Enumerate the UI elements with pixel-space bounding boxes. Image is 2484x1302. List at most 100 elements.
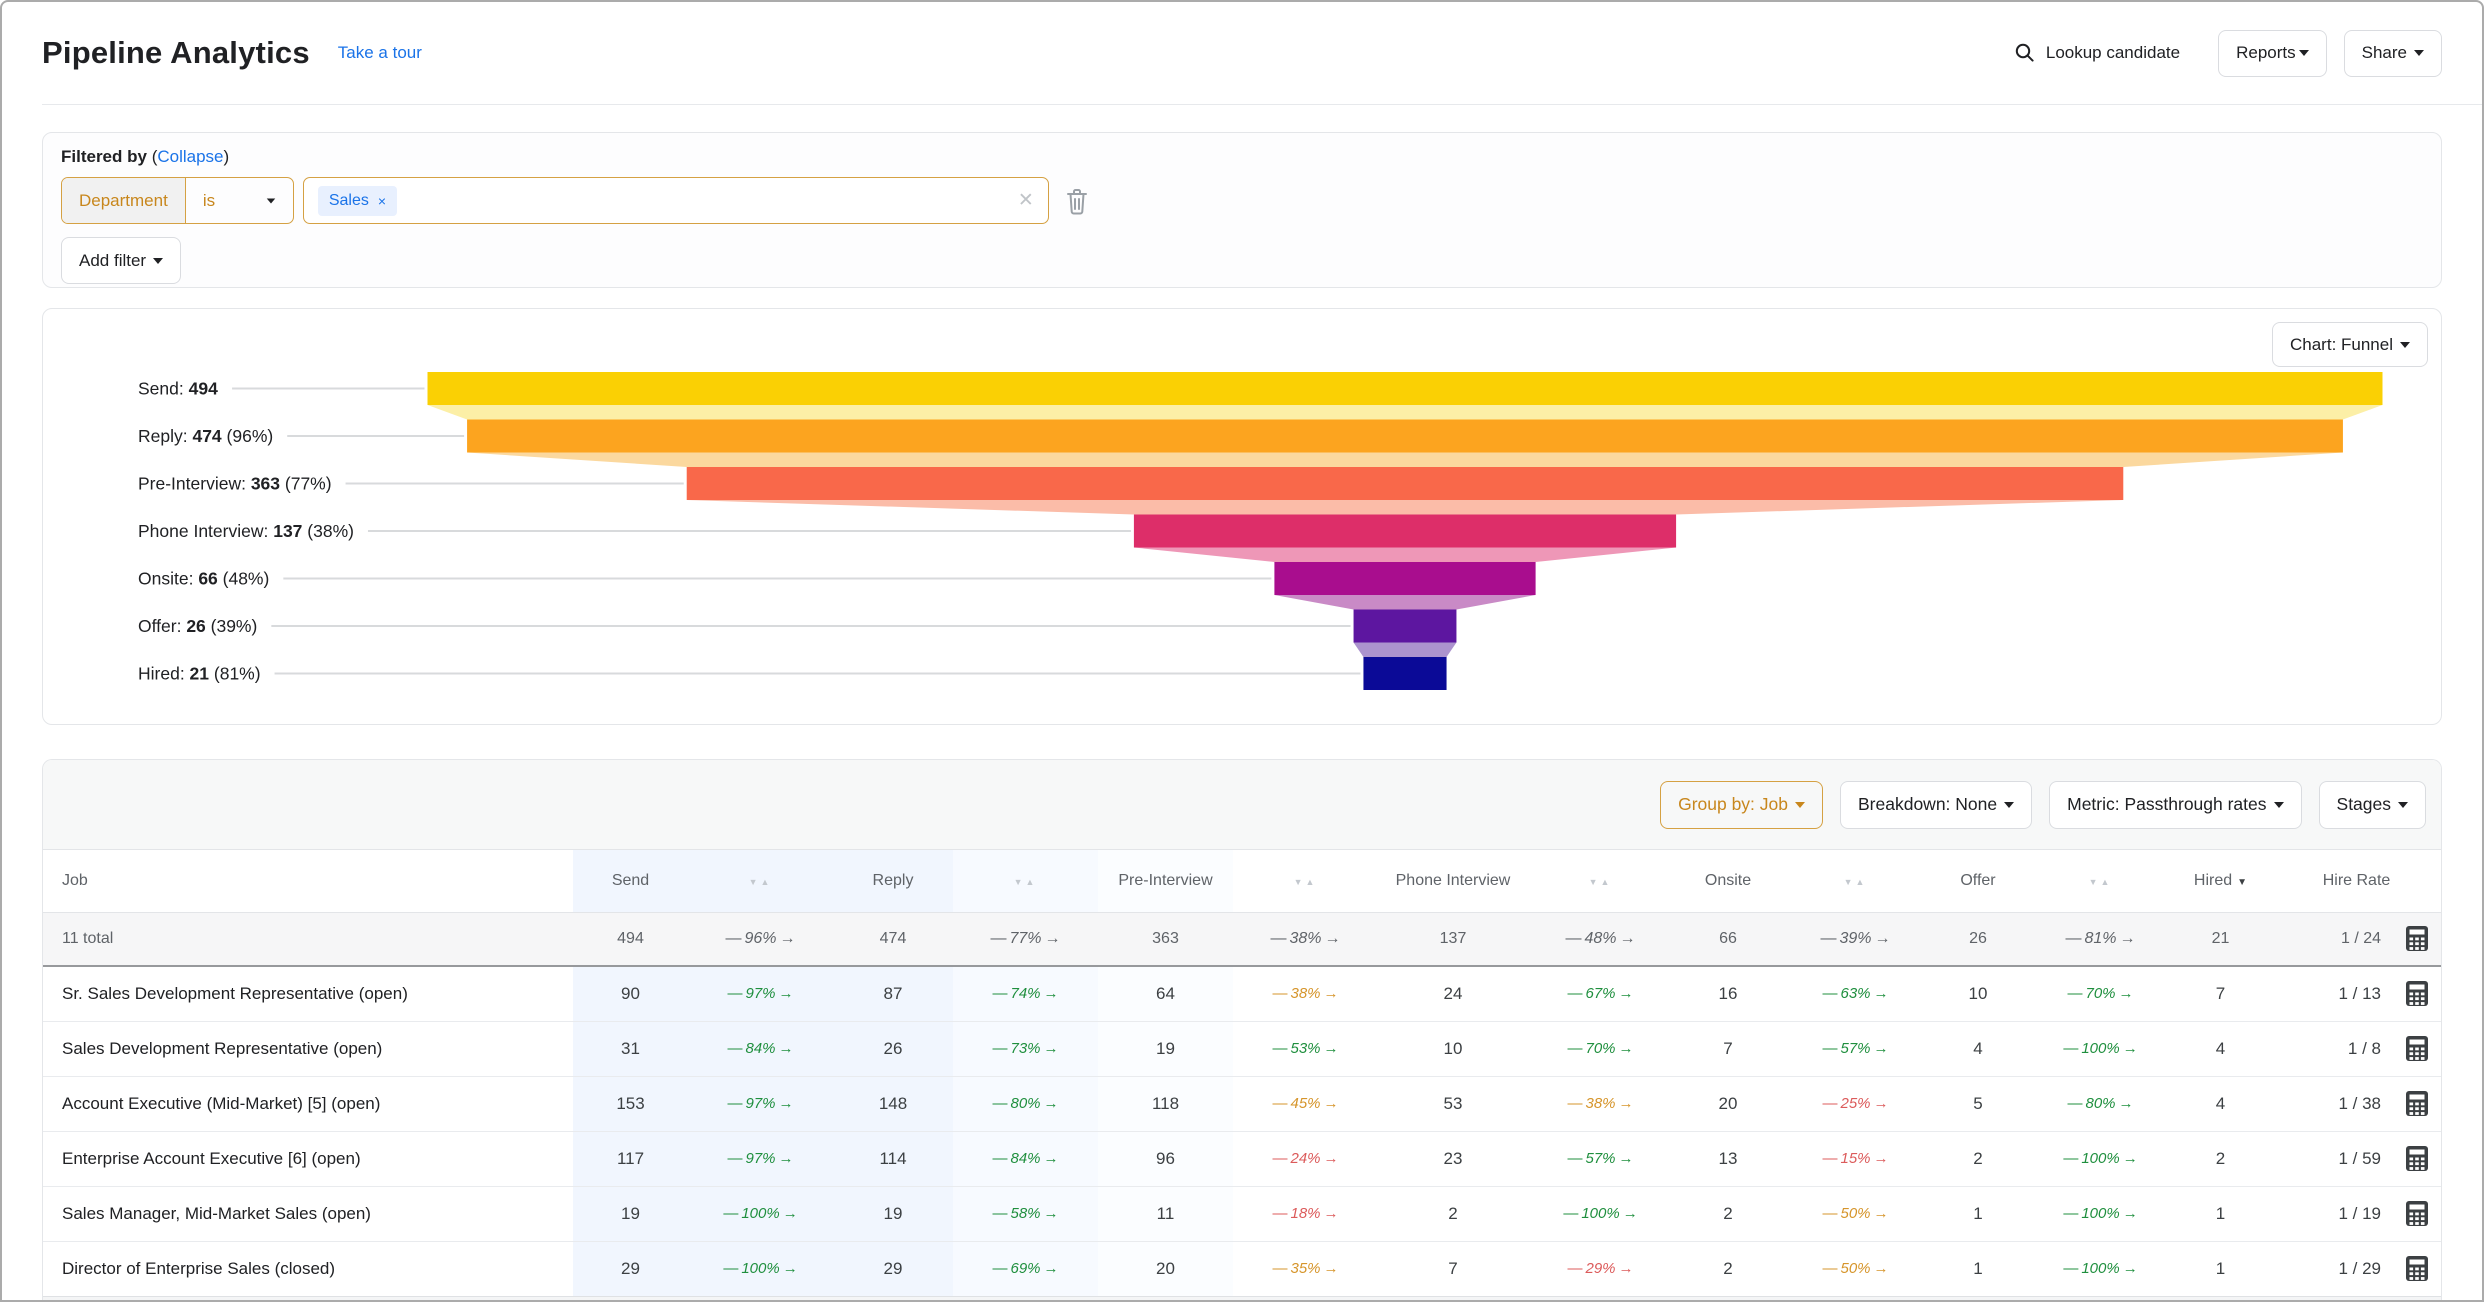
stage-count: 87 bbox=[833, 966, 953, 1021]
breakdown-none-dropdown[interactable]: Breakdown: None bbox=[1840, 781, 2032, 829]
sort-icon[interactable]: ▼▲ bbox=[749, 877, 773, 887]
stage-count: 66 bbox=[1673, 912, 1783, 966]
column-header-send[interactable]: Send bbox=[573, 850, 688, 912]
trash-icon[interactable] bbox=[1064, 186, 1090, 216]
sort-control[interactable]: ▼▲ bbox=[688, 850, 833, 912]
table-header-row: JobSend ▼▲ Reply ▼▲ Pre-Interview ▼▲ Phone Int… bbox=[43, 850, 2442, 912]
clear-filter-icon[interactable]: ✕ bbox=[1018, 189, 1034, 212]
passthrough-rate: —38%→ bbox=[1233, 912, 1378, 966]
table-row[interactable]: Account Executive (Mid-Market) [5] (open… bbox=[43, 1076, 2442, 1131]
funnel-bar-onsite[interactable] bbox=[1274, 562, 1535, 595]
calculator-icon[interactable] bbox=[2405, 1035, 2429, 1062]
close-icon[interactable]: × bbox=[378, 193, 386, 209]
passthrough-rate: —67%→ bbox=[1528, 966, 1673, 1021]
funnel-bar-phone-interview[interactable] bbox=[1134, 515, 1676, 548]
calculator-icon[interactable] bbox=[2405, 1200, 2429, 1227]
column-header-reply[interactable]: Reply bbox=[833, 850, 953, 912]
passthrough-rate: —84%→ bbox=[953, 1131, 1098, 1186]
share-button[interactable]: Share bbox=[2344, 30, 2442, 77]
table-controls: Group by: Job Breakdown: None Metric: Pass… bbox=[43, 760, 2441, 850]
take-a-tour-link[interactable]: Take a tour bbox=[338, 43, 422, 63]
total-row[interactable]: 11 total494—96%→474—77%→363—38%→137—48%→… bbox=[43, 912, 2442, 966]
stage-count: 31 bbox=[573, 1021, 688, 1076]
stage-count: 2 bbox=[1928, 1131, 2028, 1186]
table-row[interactable]: Sr. Sales Development Representative (op… bbox=[43, 966, 2442, 1021]
passthrough-rate: —38%→ bbox=[1528, 1076, 1673, 1131]
sort-icon[interactable]: ▼▲ bbox=[2089, 877, 2113, 887]
funnel-label-onsite: Onsite: 66 (48%) bbox=[138, 569, 269, 589]
group-by-job-dropdown[interactable]: Group by: Job bbox=[1660, 781, 1823, 829]
funnel-bar-hired[interactable] bbox=[1363, 657, 1446, 690]
table-row[interactable]: Sales Development Representative (open)3… bbox=[43, 1021, 2442, 1076]
metric-passthrough-rates-dropdown[interactable]: Metric: Passthrough rates bbox=[2049, 781, 2301, 829]
sort-control[interactable]: ▼▲ bbox=[1783, 850, 1928, 912]
funnel-connector bbox=[687, 500, 2124, 515]
filter-field[interactable]: Department bbox=[62, 178, 186, 223]
funnel-bar-pre-interview[interactable] bbox=[687, 467, 2124, 500]
sort-control[interactable]: ▼▲ bbox=[2028, 850, 2173, 912]
sort-control[interactable]: ▼▲ bbox=[953, 850, 1098, 912]
calculator-icon[interactable] bbox=[2405, 980, 2429, 1007]
stage-count: 4 bbox=[2173, 1021, 2268, 1076]
sort-icon[interactable]: ▼▲ bbox=[1294, 877, 1318, 887]
funnel-bar-offer[interactable] bbox=[1354, 610, 1457, 643]
calculator-icon[interactable] bbox=[2405, 1090, 2429, 1117]
sort-icon[interactable]: ▼▲ bbox=[1844, 877, 1868, 887]
reports-button[interactable]: Reports bbox=[2218, 30, 2327, 77]
table-row[interactable]: Director of Enterprise Sales (closed)29—… bbox=[43, 1241, 2442, 1296]
calculator-icon[interactable] bbox=[2405, 1255, 2429, 1282]
column-header-hire-rate[interactable]: Hire Rate bbox=[2268, 850, 2442, 912]
chart-type-selector[interactable]: Chart: Funnel bbox=[2272, 322, 2428, 367]
column-header-onsite[interactable]: Onsite bbox=[1673, 850, 1783, 912]
sort-icon[interactable]: ▼▲ bbox=[1014, 877, 1038, 887]
add-filter-button[interactable]: Add filter bbox=[61, 237, 181, 284]
table-row[interactable]: Enterprise Account Executive [6] (open)1… bbox=[43, 1131, 2442, 1186]
sort-icon[interactable]: ▼▲ bbox=[1589, 877, 1613, 887]
funnel-connector bbox=[1134, 548, 1676, 563]
filter-operator-dropdown[interactable]: is bbox=[186, 178, 293, 223]
passthrough-rate: —73%→ bbox=[953, 1021, 1098, 1076]
hire-rate: 1 / 8 bbox=[2268, 1021, 2442, 1076]
column-header-job[interactable]: Job bbox=[43, 850, 573, 912]
passthrough-rate: —50%→ bbox=[1783, 1241, 1928, 1296]
funnel-bar-reply[interactable] bbox=[467, 420, 2343, 453]
filter-value-input[interactable]: Sales × ✕ bbox=[303, 177, 1049, 224]
table-row[interactable]: Sales Manager, Mid-Market Sales (open)19… bbox=[43, 1186, 2442, 1241]
stage-count: 494 bbox=[573, 912, 688, 966]
stage-count: 117 bbox=[573, 1131, 688, 1186]
column-header-phone-interview[interactable]: Phone Interview bbox=[1378, 850, 1528, 912]
calculator-icon[interactable] bbox=[2405, 1145, 2429, 1172]
stages-dropdown[interactable]: Stages bbox=[2319, 781, 2426, 829]
stage-count: 11 bbox=[1098, 1186, 1233, 1241]
stage-count: 118 bbox=[1098, 1076, 1233, 1131]
stage-count: 26 bbox=[1928, 912, 2028, 966]
hire-rate: 1 / 19 bbox=[2268, 1186, 2442, 1241]
column-header-hired[interactable]: Hired▼ bbox=[2173, 850, 2268, 912]
chevron-down-icon bbox=[2274, 802, 2284, 808]
passthrough-rate: —45%→ bbox=[1233, 1076, 1378, 1131]
collapse-link[interactable]: Collapse bbox=[157, 147, 223, 166]
stage-count: 53 bbox=[1378, 1076, 1528, 1131]
passthrough-rate: —48%→ bbox=[1528, 912, 1673, 966]
column-header-pre-interview[interactable]: Pre-Interview bbox=[1098, 850, 1233, 912]
calculator-icon[interactable] bbox=[2405, 925, 2429, 952]
passthrough-rate: —15%→ bbox=[1783, 1131, 1928, 1186]
sort-desc-icon: ▼ bbox=[2237, 877, 2247, 888]
passthrough-rate: —100%→ bbox=[1528, 1186, 1673, 1241]
chevron-down-icon bbox=[1795, 802, 1805, 808]
job-name: Sales Manager, Mid-Market Sales (open) bbox=[43, 1186, 573, 1241]
sort-control[interactable]: ▼▲ bbox=[1528, 850, 1673, 912]
funnel-bar-send[interactable] bbox=[428, 372, 2383, 405]
stage-count: 90 bbox=[573, 966, 688, 1021]
lookup-candidate-button[interactable]: Lookup candidate bbox=[2014, 42, 2180, 64]
stage-count: 19 bbox=[573, 1186, 688, 1241]
chevron-down-icon bbox=[2398, 802, 2408, 808]
job-name: Account Executive (Mid-Market) [5] (open… bbox=[43, 1076, 573, 1131]
sort-control[interactable]: ▼▲ bbox=[1233, 850, 1378, 912]
stage-count: 21 bbox=[2173, 912, 2268, 966]
column-header-offer[interactable]: Offer bbox=[1928, 850, 2028, 912]
search-icon bbox=[2014, 42, 2036, 64]
stage-count: 1 bbox=[2173, 1241, 2268, 1296]
passthrough-rate: —100%→ bbox=[2028, 1186, 2173, 1241]
passthrough-rate: —100%→ bbox=[2028, 1131, 2173, 1186]
